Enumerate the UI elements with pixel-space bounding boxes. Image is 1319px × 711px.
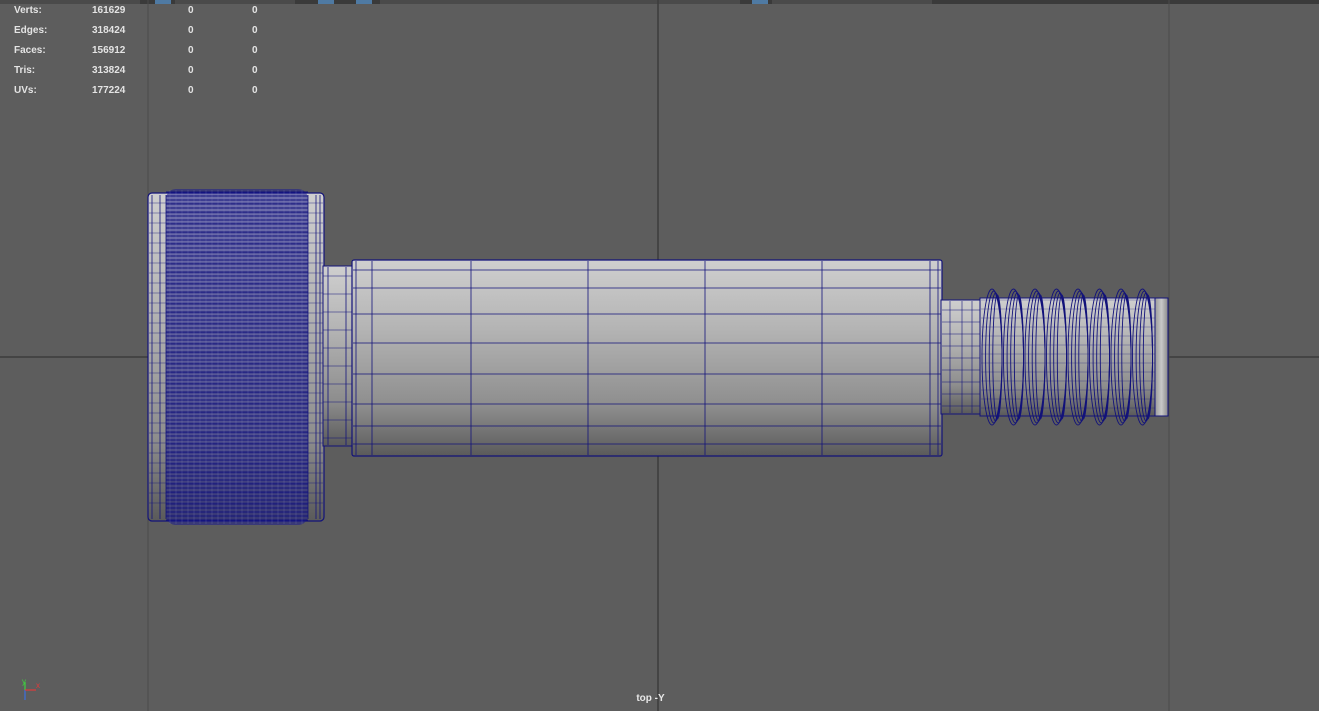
hud-selected-value: 0	[188, 25, 194, 36]
hud-row-faces: Faces: 156912 0 0	[0, 44, 280, 64]
hud-label: UVs:	[14, 85, 37, 96]
hud-value: 156912	[92, 45, 126, 56]
hud-component-value: 0	[252, 5, 258, 16]
viewport-scene	[0, 0, 1319, 711]
thread-neck	[940, 299, 982, 415]
hud-selected-value: 0	[188, 65, 194, 76]
hud-label: Tris:	[14, 65, 36, 76]
hud-component-value: 0	[252, 65, 258, 76]
hud-value: 313824	[92, 65, 126, 76]
hud-value: 161629	[92, 5, 126, 16]
gizmo-x-label: x	[36, 681, 40, 690]
hud-component-value: 0	[252, 85, 258, 96]
hud-label: Faces:	[14, 45, 46, 56]
hud-selected-value: 0	[188, 5, 194, 16]
hud-value: 318424	[92, 25, 126, 36]
hud-row-tris: Tris: 313824 0 0	[0, 64, 280, 84]
hud-component-value: 0	[252, 45, 258, 56]
camera-view-label: top -Y	[636, 693, 665, 704]
hud-selected-value: 0	[188, 45, 194, 56]
hud-label: Verts:	[14, 5, 42, 16]
gizmo-y-label: y	[22, 677, 26, 686]
hud-component-value: 0	[252, 25, 258, 36]
bolt-neck	[322, 265, 354, 447]
knurl-band	[166, 189, 308, 525]
hud-row-edges: Edges: 318424 0 0	[0, 24, 280, 44]
3d-viewport[interactable]: Verts: 161629 0 0 Edges: 318424 0 0 Face…	[0, 0, 1319, 711]
bolt-shank	[351, 259, 943, 457]
hud-selected-value: 0	[188, 85, 194, 96]
thread-tip	[1154, 297, 1169, 417]
hud-row-uvs: UVs: 177224 0 0	[0, 84, 280, 104]
hud-label: Edges:	[14, 25, 48, 36]
hud-value: 177224	[92, 85, 126, 96]
hud-row-verts: Verts: 161629 0 0	[0, 4, 280, 24]
